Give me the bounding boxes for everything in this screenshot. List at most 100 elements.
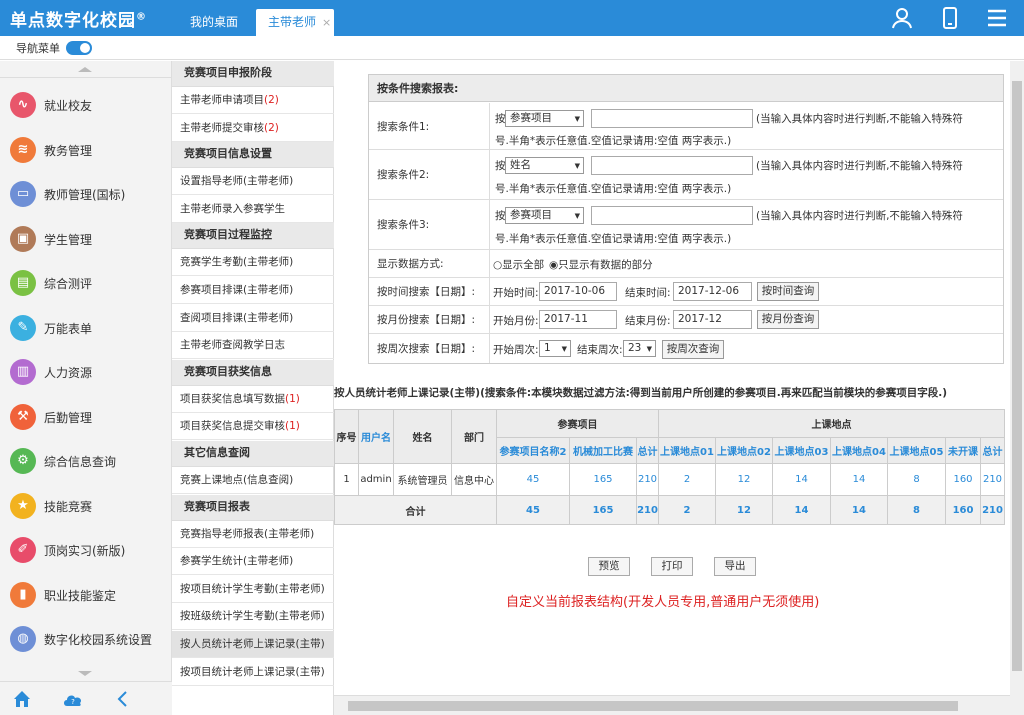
condition-field-select[interactable]: 参赛项目 xyxy=(505,207,584,224)
sub-column-header: 上课地点01 xyxy=(658,437,716,464)
print-button[interactable]: 打印 xyxy=(651,557,693,576)
home-icon[interactable] xyxy=(12,689,32,709)
nav-menu-toggle[interactable] xyxy=(66,41,92,55)
sidebar-item-label: 后勤管理 xyxy=(44,410,93,425)
start-time-input[interactable]: 2017-10-06 xyxy=(539,282,617,301)
sidebar-item[interactable]: ★ 技能竞赛 xyxy=(0,486,172,530)
sidebar-item[interactable]: ▭ 教师管理(国标) xyxy=(0,174,172,218)
sidebar-item[interactable]: ◍ 数字化校园系统设置 xyxy=(0,619,172,663)
end-month-input[interactable]: 2017-12 xyxy=(673,310,752,329)
submenu-item[interactable]: 主带老师提交审核(2) xyxy=(172,115,334,142)
col-header-name: 姓名 xyxy=(393,409,452,464)
end-time-label: 结束时间: xyxy=(625,287,671,299)
sidebar-item[interactable]: ⚙ 综合信息查询 xyxy=(0,441,172,485)
condition-value-input[interactable] xyxy=(591,109,753,128)
submenu-item[interactable]: 主带老师申请项目(2) xyxy=(172,87,334,114)
sidebar-item[interactable]: ≋ 教务管理 xyxy=(0,130,172,174)
submenu-item[interactable]: 竞赛指导老师报表(主带老师) xyxy=(172,521,334,548)
submenu-item[interactable]: 项目获奖信息填写数据(1) xyxy=(172,386,334,413)
sub-column-header: 未开课 xyxy=(945,437,981,464)
sidebar-item[interactable]: ▣ 学生管理 xyxy=(0,219,172,263)
submenu-item[interactable]: 竞赛学生考勤(主带老师) xyxy=(172,249,334,277)
cell-value-link[interactable]: 8 xyxy=(887,463,946,496)
submenu-item[interactable]: 参赛项目排课(主带老师) xyxy=(172,277,334,304)
submenu-item[interactable]: 设置指导老师(主带老师) xyxy=(172,168,334,196)
start-month-input[interactable]: 2017-11 xyxy=(539,310,617,329)
query-by-week-button[interactable]: 按周次查询 xyxy=(662,340,724,359)
cell-value-link[interactable]: 12 xyxy=(715,463,773,496)
condition-value-input[interactable] xyxy=(591,206,753,225)
condition-value-input[interactable] xyxy=(591,156,753,175)
submenu-item[interactable]: 主带老师录入参赛学生 xyxy=(172,196,334,223)
condition-label: 搜索条件1: xyxy=(369,103,490,149)
radio-show-data-only[interactable]: ◉只显示有数据的部分 xyxy=(549,257,653,272)
cell-value-link[interactable]: 210 xyxy=(980,463,1005,496)
submenu-item-count: (1) xyxy=(285,420,300,433)
total-value: 14 xyxy=(772,495,831,525)
total-value: 210 xyxy=(636,495,659,525)
query-by-time-button[interactable]: 按时间查询 xyxy=(757,282,819,301)
query-by-month-button[interactable]: 按月份查询 xyxy=(757,310,819,329)
tab-main-teacher[interactable]: 主带老师 × xyxy=(256,9,334,36)
submenu-item[interactable]: 按班级统计学生考勤(主带老师) xyxy=(172,603,334,631)
sidebar-item[interactable]: ✎ 万能表单 xyxy=(0,308,172,352)
total-value: 12 xyxy=(715,495,773,525)
menu-icon[interactable] xyxy=(985,6,1009,30)
cell-value-link[interactable]: 14 xyxy=(830,463,888,496)
export-button[interactable]: 导出 xyxy=(714,557,756,576)
cell-value-link[interactable]: 45 xyxy=(496,463,570,496)
submenu-item[interactable]: 查阅项目排课(主带老师) xyxy=(172,305,334,332)
sidebar-item[interactable]: ▥ 人力资源 xyxy=(0,352,172,396)
sidebar-item[interactable]: ▮ 职业技能鉴定 xyxy=(0,575,172,619)
tab-label: 我的桌面 xyxy=(190,15,239,29)
sidebar-item-label: 综合测评 xyxy=(44,277,93,291)
condition-field-select[interactable]: 参赛项目 xyxy=(505,110,584,127)
briefcase-icon: ▥ xyxy=(10,359,36,385)
submenu-item[interactable]: 主带老师查阅教学日志 xyxy=(172,332,334,360)
cell-value-link[interactable]: 160 xyxy=(945,463,981,496)
scroll-up-arrow[interactable] xyxy=(78,67,92,72)
app-logo[interactable]: 单点数字化校园® xyxy=(10,6,147,31)
sub-column-header: 参赛项目名称2 xyxy=(496,437,570,464)
cell-value-link[interactable]: 165 xyxy=(569,463,637,496)
submenu-item-count: (1) xyxy=(285,392,300,405)
submenu-item[interactable]: 按项目统计老师上课记录(主带) xyxy=(172,659,334,686)
submenu-item[interactable]: 按项目统计学生考勤(主带老师) xyxy=(172,576,334,603)
end-week-select[interactable]: 23 xyxy=(623,340,656,357)
end-time-input[interactable]: 2017-12-06 xyxy=(673,282,752,301)
horizontal-scrollbar[interactable] xyxy=(334,695,1010,715)
preview-button[interactable]: 预览 xyxy=(588,557,630,576)
sidebar: ∿ 就业校友 ≋ 教务管理 ▭ 教师管理(国标) ▣ 学生管理 ▤ 综合测评 ✎ 万能表单 ▥ 人力资源 ⚒… xyxy=(0,61,172,715)
user-icon[interactable] xyxy=(890,6,914,30)
submenu-item-label: 按班级统计学生考勤(主带老师) xyxy=(180,610,325,623)
close-icon[interactable]: × xyxy=(322,16,331,29)
submenu-item[interactable]: 项目获奖信息提交审核(1) xyxy=(172,413,334,441)
scroll-down-arrow[interactable] xyxy=(78,671,92,676)
submenu-item[interactable]: 按人员统计老师上课记录(主带) xyxy=(172,631,334,658)
search-panel-title: 按条件搜索报表: xyxy=(369,75,1003,102)
cell-value-link[interactable]: 2 xyxy=(658,463,716,496)
sidebar-item[interactable]: ✐ 顶岗实习(新版) xyxy=(0,530,172,574)
sidebar-item[interactable]: ▤ 综合测评 xyxy=(0,263,172,307)
cell-value-link[interactable]: 210 xyxy=(636,463,659,496)
week-search-row: 按周次搜索【日期】: 开始周次: 1 结束周次: 23 按周次查询 xyxy=(369,334,1003,363)
submenu-item[interactable]: 参赛学生统计(主带老师) xyxy=(172,548,334,576)
sidebar-item[interactable]: ∿ 就业校友 xyxy=(0,85,172,129)
phone-icon[interactable] xyxy=(938,6,962,30)
collapse-icon[interactable] xyxy=(116,690,130,708)
condition-label: 搜索条件2: xyxy=(369,150,490,199)
submenu-item[interactable]: 竞赛上课地点(信息查阅) xyxy=(172,467,334,494)
sidebar-item[interactable]: ⚒ 后勤管理 xyxy=(0,397,172,441)
radio-label: 只显示有数据的部分 xyxy=(558,259,653,271)
sub-column-header: 上课地点05 xyxy=(887,437,946,464)
tab-my-desktop[interactable]: 我的桌面 xyxy=(178,9,250,36)
cell-value-link[interactable]: 14 xyxy=(772,463,831,496)
start-week-select[interactable]: 1 xyxy=(539,340,571,357)
condition-field-select[interactable]: 姓名 xyxy=(505,157,584,174)
medal-icon: ★ xyxy=(10,492,36,519)
vertical-scrollbar[interactable] xyxy=(1010,61,1024,715)
custom-report-structure-link[interactable]: 自定义当前报表结构(开发人员专用,普通用户无须使用) xyxy=(506,591,819,610)
radio-show-all[interactable]: ○显示全部 xyxy=(493,257,544,272)
sidebar-item-label: 顶岗实习(新版) xyxy=(44,544,126,558)
cloud-help-icon[interactable]: ? xyxy=(62,690,84,708)
